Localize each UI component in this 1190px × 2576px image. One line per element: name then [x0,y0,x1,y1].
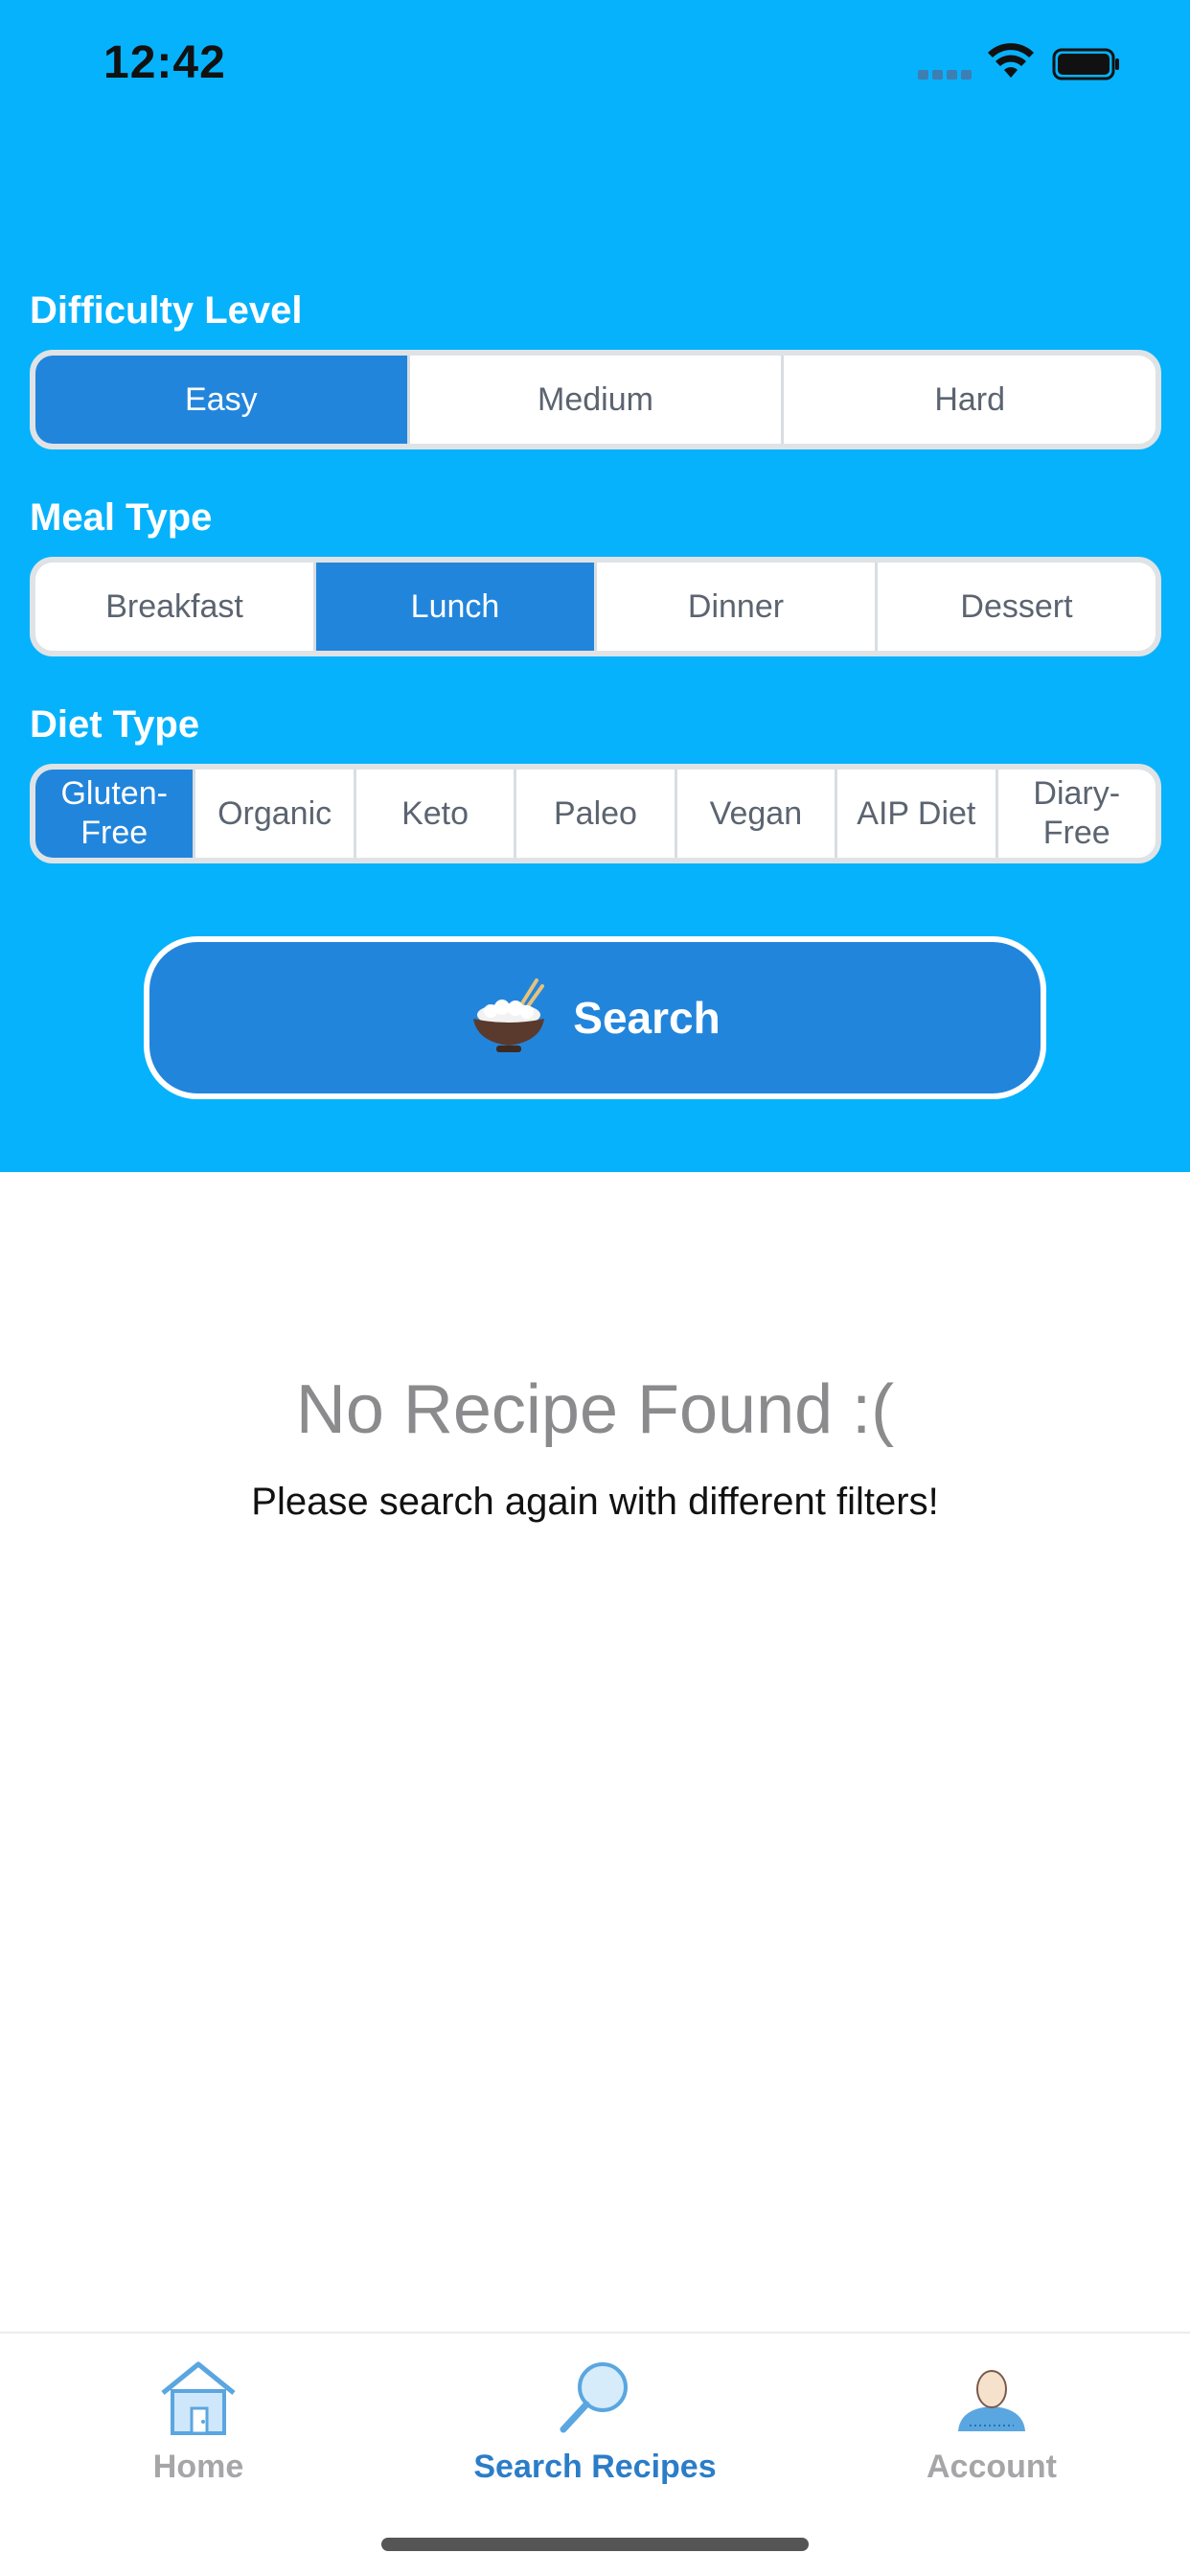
diet-option-gluten-free[interactable]: Gluten-Free [35,770,196,858]
diet-option-vegan[interactable]: Vegan [677,770,838,858]
diet-option-organic[interactable]: Organic [195,770,356,858]
rice-bowl-icon [473,978,545,1052]
diet-type-label: Diet Type [30,703,200,746]
diet-option-aip-diet[interactable]: AIP Diet [837,770,998,858]
empty-state-subtitle: Please search again with different filte… [251,1481,939,1523]
home-indicator[interactable] [381,2538,809,2551]
tab-search-recipes-label: Search Recipes [473,2449,717,2485]
tab-home[interactable]: Home [0,2334,397,2525]
status-time: 12:42 [103,37,226,88]
diet-option-diary-free[interactable]: Diary-Free [998,770,1156,858]
meal-type-label: Meal Type [30,496,213,539]
diet-type-segmented-control: Gluten-Free Organic Keto Paleo Vegan AIP… [30,764,1161,863]
meal-option-lunch[interactable]: Lunch [316,563,597,651]
diet-option-keto[interactable]: Keto [356,770,517,858]
home-icon [161,2361,236,2435]
meal-option-breakfast[interactable]: Breakfast [35,563,316,651]
meal-option-dessert[interactable]: Dessert [878,563,1156,651]
difficulty-option-medium[interactable]: Medium [410,356,785,444]
battery-icon [1052,48,1119,80]
tab-account[interactable]: Account [793,2334,1190,2525]
search-button[interactable]: Search [144,936,1046,1099]
tab-home-label: Home [152,2449,244,2485]
difficulty-option-hard[interactable]: Hard [784,356,1156,444]
difficulty-segmented-control: Easy Medium Hard [30,350,1161,449]
meal-type-segmented-control: Breakfast Lunch Dinner Dessert [30,557,1161,656]
cellular-signal-icon [918,70,972,80]
filter-panel: 12:42 Difficulty Level Easy Medium Hard … [0,0,1190,1172]
diet-option-paleo[interactable]: Paleo [516,770,677,858]
difficulty-option-easy[interactable]: Easy [35,356,410,444]
meal-option-dinner[interactable]: Dinner [597,563,878,651]
tab-search-recipes[interactable]: Search Recipes [397,2334,793,2525]
tab-account-label: Account [927,2449,1057,2485]
status-bar: 12:42 [0,0,1190,134]
difficulty-label: Difficulty Level [30,289,303,332]
magnifier-icon [560,2362,628,2433]
empty-state-title: No Recipe Found :( [295,1371,895,1448]
user-icon [958,2370,1025,2431]
search-button-label: Search [573,993,721,1043]
wifi-icon [988,43,1034,78]
